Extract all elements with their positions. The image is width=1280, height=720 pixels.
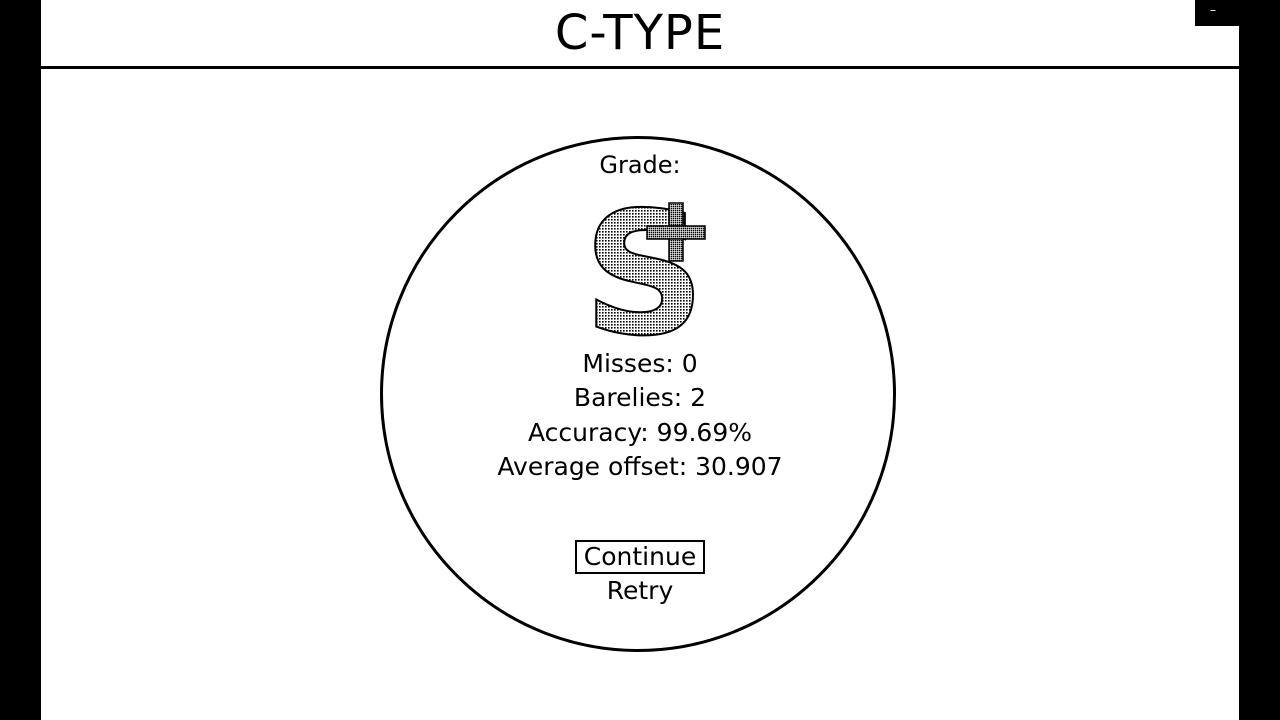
- retry-button[interactable]: Retry: [575, 575, 705, 607]
- grade-label: Grade:: [599, 151, 681, 179]
- title-divider: [41, 66, 1239, 69]
- misses-stat: Misses: 0: [582, 349, 698, 378]
- game-title: C-TYPE: [554, 5, 726, 61]
- title-bar: C-TYPE: [41, 0, 1239, 66]
- grade-letter-s: S: [582, 198, 706, 343]
- accuracy-stat: Accuracy: 99.69%: [527, 418, 752, 447]
- continue-button[interactable]: Continue: [575, 540, 705, 574]
- svg-text:S: S: [583, 198, 705, 343]
- window-minimize-button[interactable]: [1195, 0, 1240, 26]
- minimize-icon[interactable]: –: [1210, 4, 1216, 16]
- retry-button-label: Retry: [606, 576, 674, 605]
- game-screen: C-TYPE – Grade: S Misses: 0 Barelies: 2 …: [0, 0, 1280, 720]
- grade-s-plus-emblem: S: [582, 198, 706, 343]
- barelies-stat: Barelies: 2: [573, 383, 707, 412]
- average-offset-stat: Average offset: 30.907: [497, 452, 783, 481]
- continue-button-label: Continue: [583, 542, 697, 571]
